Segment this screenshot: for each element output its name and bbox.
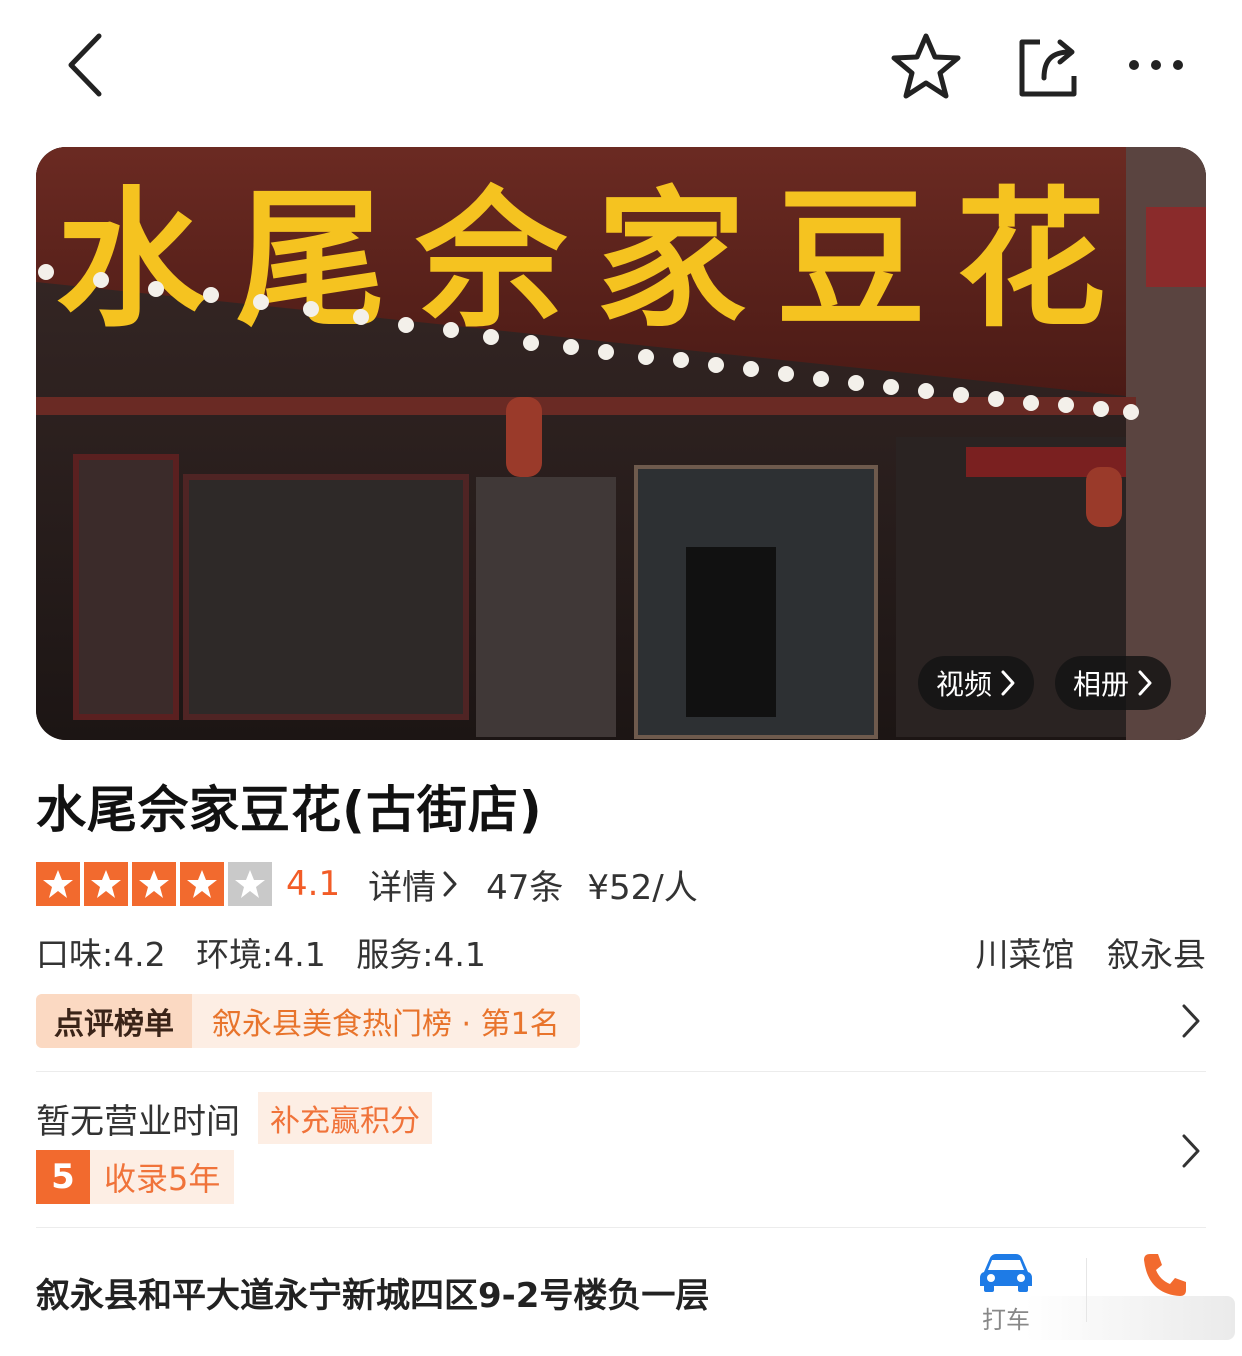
rating-score: 4.1 — [286, 864, 341, 904]
listed-years-badge: 5 收录5年 — [36, 1150, 235, 1204]
hours-text: 暂无营业时间 — [36, 1101, 240, 1142]
taste-score: 口味:4.2 — [36, 935, 166, 974]
review-count: 47条 — [486, 867, 564, 908]
chevron-right-icon — [1001, 670, 1015, 696]
car-icon — [980, 1254, 1032, 1292]
chevron-right-icon — [443, 871, 457, 897]
chevron-left-icon[interactable] — [58, 30, 112, 100]
album-button[interactable]: 相册 — [1055, 656, 1172, 710]
video-label: 视频 — [936, 668, 993, 701]
detail-label: 详情 — [368, 867, 437, 908]
star-filled-icon — [84, 862, 128, 906]
shop-address[interactable]: 叙永县和平大道永宁新城四区9-2号楼负一层 — [36, 1268, 709, 1317]
chevron-right-icon — [1138, 670, 1152, 696]
star-empty-icon — [228, 862, 272, 906]
divider — [36, 1227, 1206, 1228]
service-score: 服务:4.1 — [356, 935, 486, 974]
star-filled-icon — [36, 862, 80, 906]
shop-photo[interactable]: 水尾佘家豆花 — [36, 147, 1206, 740]
ranking-banner[interactable]: 点评榜单 叙永县美食热门榜 · 第1名 — [36, 994, 580, 1048]
album-label: 相册 — [1073, 668, 1130, 701]
star-outline-icon[interactable] — [888, 28, 964, 104]
rating-row: 4.1 详情 47条 ¥52/人 — [36, 860, 722, 908]
video-button[interactable]: 视频 — [918, 656, 1035, 710]
top-bar — [0, 0, 1242, 130]
ranking-text: 叙永县美食热门榜 · 第1名 — [212, 1007, 560, 1042]
divider — [36, 1071, 1206, 1072]
price-per-person: ¥52/人 — [587, 867, 698, 908]
more-dots-icon[interactable] — [1124, 48, 1188, 82]
years-text: 收录5年 — [104, 1160, 221, 1198]
detail-link[interactable]: 详情 — [368, 860, 458, 909]
environment-score: 环境:4.1 — [196, 935, 326, 974]
earn-points-tag[interactable]: 补充赢积分 — [258, 1092, 432, 1144]
star-filled-icon — [132, 862, 176, 906]
sub-scores-row: 口味:4.2 环境:4.1 服务:4.1 川菜馆 叙永县 — [36, 928, 1206, 974]
hours-row[interactable]: 暂无营业时间 补充赢积分 — [36, 1092, 432, 1144]
shop-name: 水尾佘家豆花(古街店) — [36, 781, 543, 839]
chevron-right-icon[interactable] — [1180, 1132, 1202, 1174]
watermark — [1025, 1296, 1235, 1340]
ranking-tag: 点评榜单 — [36, 994, 192, 1048]
category-label[interactable]: 川菜馆 — [976, 935, 1075, 974]
area-label[interactable]: 叙永县 — [1107, 935, 1206, 974]
sign-text: 水尾佘家豆花 — [56, 172, 1136, 348]
star-filled-icon — [180, 862, 224, 906]
phone-icon — [1144, 1254, 1186, 1296]
chevron-right-icon[interactable] — [1180, 1002, 1202, 1044]
share-icon[interactable] — [1012, 32, 1082, 102]
star-rating — [36, 862, 276, 906]
years-number: 5 — [36, 1150, 90, 1204]
